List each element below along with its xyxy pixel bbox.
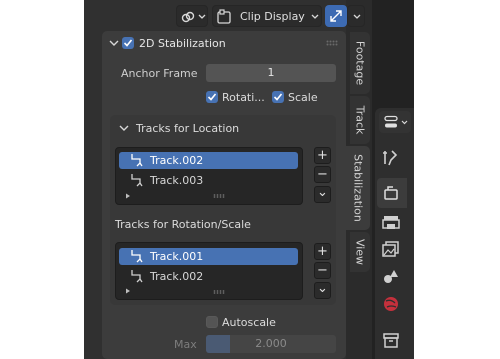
clip-display-icon — [217, 9, 231, 24]
remove-track-button[interactable]: − — [314, 262, 331, 279]
max-label: Max — [174, 338, 197, 351]
link-dropdown[interactable] — [176, 5, 208, 27]
list-item[interactable]: Track.002 — [119, 268, 298, 285]
tab-view[interactable]: View — [350, 232, 370, 272]
panel-title: 2D Stabilization — [139, 37, 226, 50]
render-camera-icon — [384, 186, 398, 200]
stabilization-enable-checkbox[interactable] — [122, 37, 134, 49]
tab-track[interactable]: Track — [350, 96, 370, 144]
max-scale-value: 2.000 — [255, 337, 287, 350]
tab-label: View — [353, 238, 367, 266]
chevron-down-icon — [311, 14, 319, 19]
list-item[interactable]: Track.001 — [119, 248, 298, 265]
tab-label: Stabilization — [351, 154, 365, 222]
tab-footage[interactable]: Footage — [350, 32, 370, 94]
gizmo-options-dropdown[interactable] — [347, 5, 365, 27]
location-subpanel-title: Tracks for Location — [136, 122, 240, 135]
track-name: Track.002 — [150, 270, 204, 283]
collapse-chevron-icon[interactable] — [119, 123, 129, 133]
properties-editor-icon — [384, 115, 398, 128]
chevron-down-icon — [198, 14, 206, 19]
scale-checkbox[interactable] — [272, 91, 284, 103]
outer-area — [414, 0, 500, 359]
remove-track-button[interactable]: − — [314, 166, 331, 183]
list-resize-handle-icon[interactable] — [213, 194, 225, 198]
checkmark-icon — [207, 93, 217, 101]
rotation-label: Rotati... — [222, 91, 265, 104]
world-globe-icon[interactable] — [379, 292, 403, 316]
track-name: Track.002 — [150, 154, 204, 167]
gizmo-toggle-button[interactable] — [325, 5, 347, 27]
chevron-down-icon — [401, 120, 408, 125]
add-track-button[interactable]: + — [314, 243, 331, 260]
autoscale-label: Autoscale — [222, 316, 276, 329]
clip-display-dropdown[interactable]: Clip Display — [212, 5, 322, 27]
rotation-section-title: Tracks for Rotation/Scale — [115, 218, 251, 231]
track-icon — [131, 154, 143, 167]
list-item[interactable]: Track.002 — [119, 152, 298, 169]
list-menu-button[interactable]: ⌄ — [314, 186, 331, 203]
properties-editor-type-button[interactable] — [379, 111, 411, 133]
track-icon — [131, 270, 143, 283]
scene-shapes-icon[interactable] — [379, 264, 403, 288]
list-menu-button[interactable]: ⌄ — [314, 282, 331, 299]
track-icon — [131, 250, 143, 263]
output-printer-icon[interactable] — [379, 210, 403, 234]
track-name: Track.001 — [150, 250, 204, 263]
render-tab[interactable] — [377, 178, 407, 208]
filter-toggle-icon[interactable] — [125, 193, 131, 199]
anchor-frame-field[interactable]: 1 — [206, 64, 336, 82]
tab-stabilization[interactable]: Stabilization — [346, 146, 370, 230]
checkmark-icon — [273, 93, 283, 101]
collection-box-icon[interactable] — [379, 328, 403, 352]
tab-label: Footage — [353, 40, 367, 86]
tab-label: Track — [353, 105, 367, 135]
clip-display-label: Clip Display — [240, 10, 305, 23]
rotation-checkbox[interactable] — [206, 91, 218, 103]
filter-toggle-icon[interactable] — [125, 288, 131, 294]
view-layer-image-icon[interactable] — [379, 237, 403, 261]
track-icon — [131, 174, 143, 187]
checkmark-icon — [123, 39, 133, 47]
anchor-frame-label: Anchor Frame — [121, 67, 198, 80]
chevron-down-icon — [353, 14, 361, 19]
tool-icon[interactable] — [379, 146, 403, 170]
autoscale-checkbox[interactable] — [206, 316, 218, 328]
list-item[interactable]: Track.003 — [119, 172, 298, 189]
collapse-chevron-icon[interactable] — [109, 38, 119, 48]
track-name: Track.003 — [150, 174, 204, 187]
scale-label: Scale — [288, 91, 318, 104]
drag-handle-icon[interactable] — [326, 40, 338, 46]
list-resize-handle-icon[interactable] — [213, 290, 225, 294]
max-scale-field[interactable]: 2.000 — [206, 335, 336, 353]
add-track-button[interactable]: + — [314, 147, 331, 164]
link-icon — [181, 11, 195, 23]
gizmo-toggle-icon — [330, 10, 342, 22]
